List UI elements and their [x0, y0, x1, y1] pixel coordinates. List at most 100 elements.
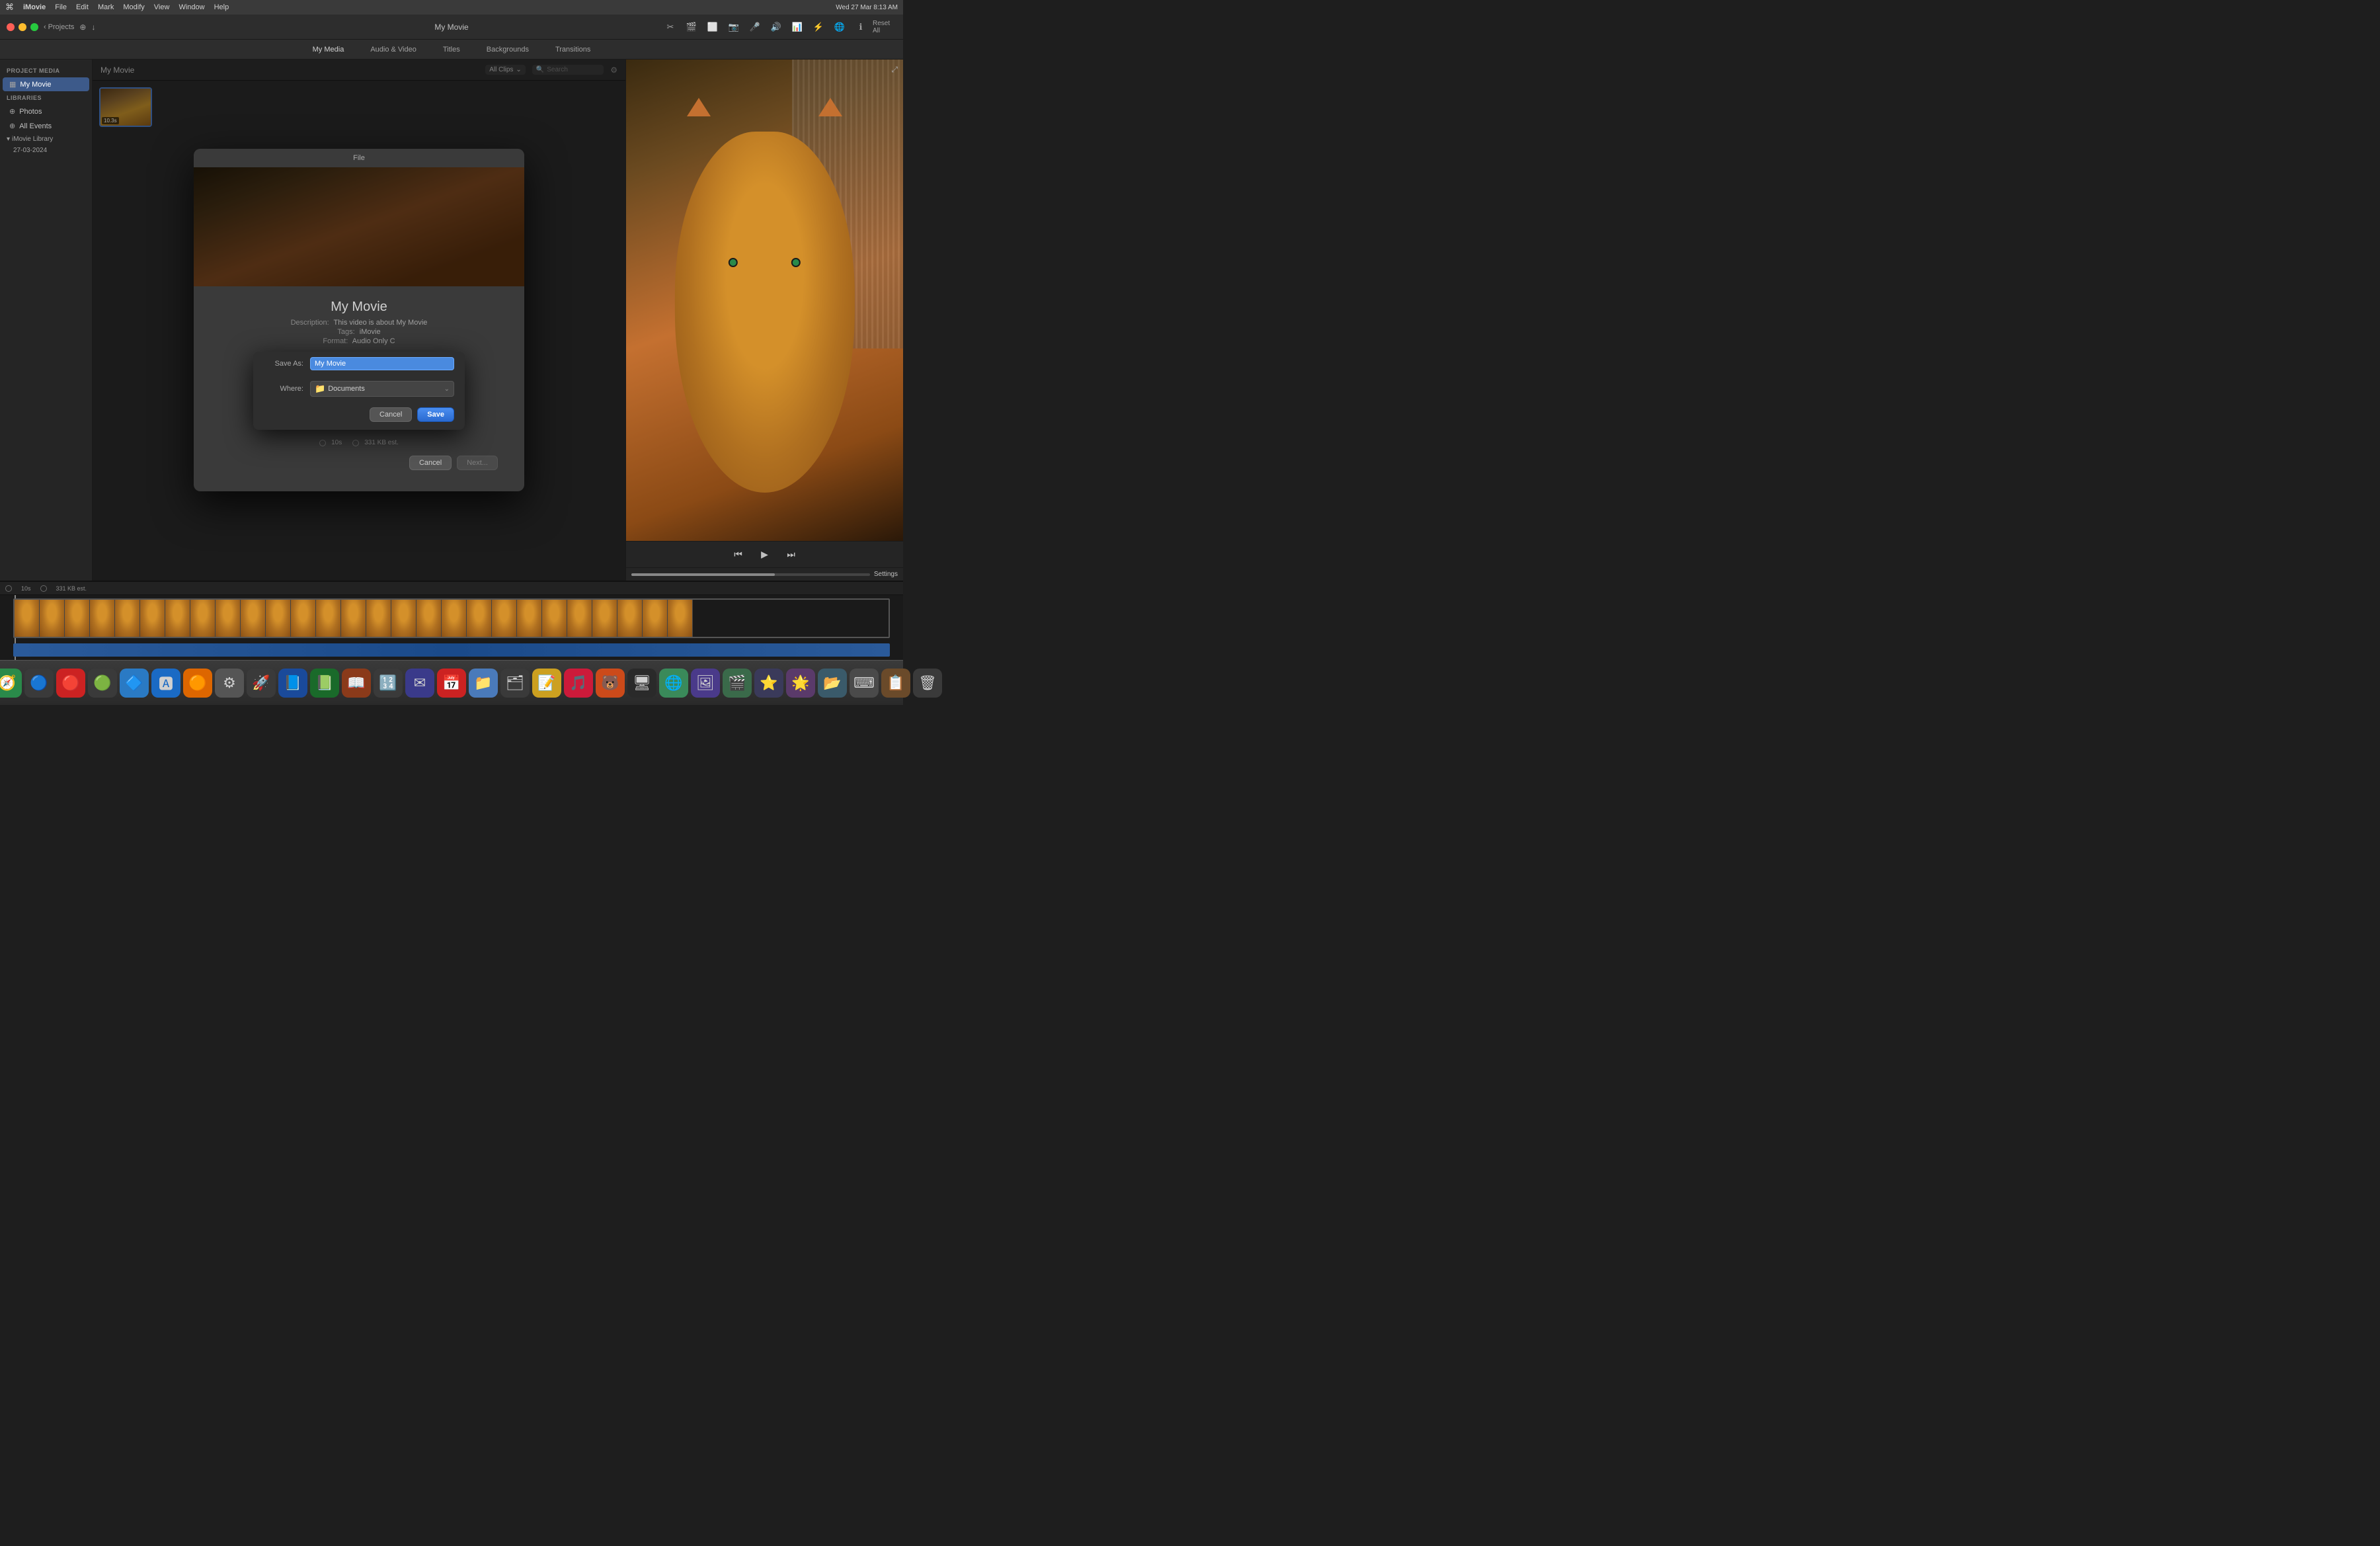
dock-item-stickies[interactable]: 📝: [532, 669, 561, 698]
outer-cancel-button[interactable]: Cancel: [409, 456, 452, 470]
dock-item-clipboard[interactable]: 📋: [881, 669, 910, 698]
apple-logo-icon[interactable]: ⌘: [5, 2, 14, 13]
toolbar-magic-icon[interactable]: ✂: [661, 18, 680, 36]
sidebar-date-item[interactable]: 27-03-2024: [0, 145, 92, 156]
project-media-section: PROJECT MEDIA: [0, 65, 92, 77]
files-icon: 📁: [474, 674, 492, 692]
toolbar-reset-icon[interactable]: Reset All: [873, 18, 891, 36]
menu-imovie[interactable]: iMovie: [23, 3, 46, 11]
toolbar-camera-icon[interactable]: 📷: [725, 18, 743, 36]
toolbar-clip-icon[interactable]: 🎬: [682, 18, 701, 36]
tab-titles[interactable]: Titles: [438, 43, 465, 56]
toolbar-volume-icon[interactable]: 🔊: [767, 18, 785, 36]
dock-item-filemanager[interactable]: 📂: [818, 669, 847, 698]
dock-item-calendar[interactable]: 📅: [437, 669, 466, 698]
dock-item-files[interactable]: 📁: [469, 669, 498, 698]
menu-window[interactable]: Window: [178, 3, 204, 11]
menu-edit[interactable]: Edit: [76, 3, 89, 11]
dock-item-dashboard[interactable]: 🗂: [500, 669, 530, 698]
settings-text-button[interactable]: Settings: [874, 571, 898, 578]
film-frame-25: [617, 600, 643, 637]
dock-item-settings[interactable]: ⚙: [215, 669, 244, 698]
dock-item-bear[interactable]: 🐻: [596, 669, 625, 698]
toolbar-color-icon[interactable]: 📊: [788, 18, 807, 36]
film-frame-15: [366, 600, 391, 637]
dock-item-opera[interactable]: 🔴: [56, 669, 85, 698]
film-frame-8: [190, 600, 216, 637]
dock-item-skype[interactable]: 🔷: [120, 669, 149, 698]
cat-ear-left: [687, 98, 711, 116]
rewind-button[interactable]: ⏮: [731, 547, 746, 563]
timeline-track[interactable]: [0, 595, 903, 660]
duration-circle-icon: [319, 440, 326, 446]
toolbar-globe-icon[interactable]: 🌐: [830, 18, 849, 36]
close-button[interactable]: [7, 23, 15, 31]
next-button[interactable]: Next...: [457, 456, 498, 470]
dock-item-word[interactable]: 📘: [278, 669, 307, 698]
dock-item-chrome[interactable]: 🔵: [24, 669, 54, 698]
dock-item-calculator[interactable]: 🔢: [374, 669, 403, 698]
film-frame-11: [266, 600, 291, 637]
toolbar-transition-icon[interactable]: ⚡: [809, 18, 828, 36]
menu-view[interactable]: View: [154, 3, 170, 11]
tab-audio-video[interactable]: Audio & Video: [365, 43, 422, 56]
sidebar-imovie-library-collapse[interactable]: ▾ iMovie Library: [0, 134, 92, 145]
sidebar-item-all-events[interactable]: ⊕ All Events: [3, 119, 89, 133]
maximize-button[interactable]: [30, 23, 38, 31]
tab-my-media[interactable]: My Media: [307, 43, 350, 56]
save-button[interactable]: Save: [417, 407, 454, 422]
dock-item-imovie[interactable]: 🎬: [723, 669, 752, 698]
dock-item-mail[interactable]: ✉: [405, 669, 434, 698]
dock-item-trash[interactable]: 🗑: [913, 669, 942, 698]
file-dialog-header: File: [194, 149, 524, 167]
description-value: This video is about My Movie: [334, 319, 428, 327]
film-frame-24: [592, 600, 617, 637]
expand-icon[interactable]: ⤢: [891, 65, 898, 75]
sidebar-item-my-movie[interactable]: ▦ My Movie: [3, 77, 89, 91]
tab-backgrounds[interactable]: Backgrounds: [481, 43, 534, 56]
dock-item-launchpad[interactable]: 🚀: [247, 669, 276, 698]
dock-item-excel[interactable]: 📗: [310, 669, 339, 698]
dock-item-vlc[interactable]: 🟠: [183, 669, 212, 698]
dock-item-chromium[interactable]: 🟢: [88, 669, 117, 698]
timeline-zoom-slider[interactable]: [631, 573, 870, 576]
dock-item-appstore[interactable]: 🅰: [151, 669, 180, 698]
dock-item-terminal[interactable]: 🖥: [627, 669, 656, 698]
menu-modify[interactable]: Modify: [123, 3, 144, 11]
toolbar-info-icon[interactable]: ℹ: [852, 18, 870, 36]
toolbar-crop-icon[interactable]: ⬜: [703, 18, 722, 36]
film-frame-3: [65, 600, 90, 637]
projects-button[interactable]: ‹ Projects: [44, 23, 74, 31]
add-project-icon[interactable]: ⊕: [79, 22, 86, 32]
dock-item-dictionary[interactable]: 📖: [342, 669, 371, 698]
dock-item-social[interactable]: 🌟: [786, 669, 815, 698]
cancel-button[interactable]: Cancel: [370, 407, 412, 422]
menu-help[interactable]: Help: [214, 3, 229, 11]
menubar: ⌘ iMovie File Edit Mark Modify View Wind…: [0, 0, 903, 15]
dock-item-keystroke[interactable]: ⌨: [850, 669, 879, 698]
movie-details: My Movie Description: This video is abou…: [291, 300, 428, 346]
dock-item-wunderbucket[interactable]: ⭐: [754, 669, 783, 698]
dashboard-icon: 🗂: [506, 674, 524, 692]
dock-item-photos2[interactable]: 🖼: [691, 669, 720, 698]
forward-button[interactable]: ⏭: [783, 547, 799, 563]
dock-item-safari[interactable]: 🧭: [0, 669, 22, 698]
dock-item-music[interactable]: 🎵: [564, 669, 593, 698]
photos2-icon: 🖼: [696, 674, 715, 692]
tab-transitions[interactable]: Transitions: [550, 43, 596, 56]
sidebar-item-photos[interactable]: ⊕ Photos: [3, 104, 89, 118]
sidebar-all-events-label: All Events: [19, 122, 52, 130]
down-arrow-icon[interactable]: ↓: [91, 22, 95, 32]
menu-file[interactable]: File: [55, 3, 67, 11]
minimize-button[interactable]: [19, 23, 26, 31]
where-dropdown[interactable]: 📁 Documents ⌄: [310, 381, 454, 397]
save-as-input[interactable]: [310, 357, 454, 370]
cat-face: [674, 132, 854, 493]
sidebar-imovie-library-label: iMovie Library: [12, 136, 53, 143]
toolbar-mic-icon[interactable]: 🎤: [746, 18, 764, 36]
dock-item-browser2[interactable]: 🌐: [659, 669, 688, 698]
timeline-area: 10s 331 KB est.: [0, 581, 903, 660]
calendar-icon: 📅: [442, 674, 460, 692]
play-button[interactable]: ▶: [757, 547, 773, 563]
menu-mark[interactable]: Mark: [98, 3, 114, 11]
